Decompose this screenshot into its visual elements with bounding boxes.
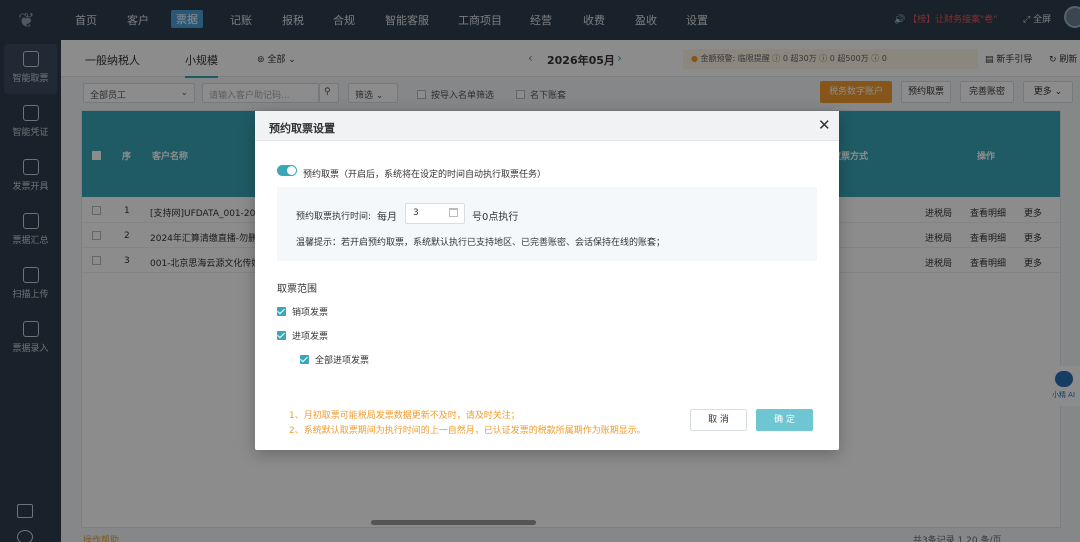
dialog-header: 预约取票设置 ✕ xyxy=(255,111,839,141)
all-purchase-invoice-checkbox[interactable]: 全部进项发票 xyxy=(300,353,369,366)
reserve-toggle-label: 预约取票（开启后，系统将在设定的时间自动执行取票任务） xyxy=(303,170,547,180)
calendar-icon xyxy=(449,208,458,217)
schedule-day-input[interactable]: 3 xyxy=(405,203,465,224)
checkbox-checked-icon xyxy=(300,355,309,364)
checkbox-checked-icon xyxy=(277,331,286,340)
note-line-2: 2、系统默认取票期间为执行时间的上一自然月，已认证发票的税款所属期作为账期显示。 xyxy=(289,426,646,436)
sales-invoice-checkbox[interactable]: 销项发票 xyxy=(277,305,328,318)
range-title: 取票范围 xyxy=(277,284,317,295)
checkbox-checked-icon xyxy=(277,307,286,316)
close-icon[interactable]: ✕ xyxy=(818,116,831,134)
purchase-invoice-checkbox[interactable]: 进项发票 xyxy=(277,329,328,342)
cancel-button[interactable]: 取 消 xyxy=(690,409,747,431)
schedule-day-value: 3 xyxy=(413,208,419,218)
purchase-invoice-label: 进项发票 xyxy=(292,332,329,342)
schedule-suffix: 号0点执行 xyxy=(472,212,519,223)
sales-invoice-label: 销项发票 xyxy=(292,308,329,318)
reserve-ticket-dialog: 预约取票设置 ✕ 预约取票（开启后，系统将在设定的时间自动执行取票任务） 预约取… xyxy=(255,111,839,450)
reserve-toggle[interactable] xyxy=(277,165,297,176)
note-line-1: 1、月初取票可能税局发票数据更新不及时，请及时关注； xyxy=(289,411,520,421)
confirm-button[interactable]: 确 定 xyxy=(756,409,813,431)
schedule-panel xyxy=(277,187,817,261)
schedule-tip: 温馨提示：若开启预约取票，系统默认执行已支持地区、已完善账密、会话保持在线的账套… xyxy=(296,238,666,248)
schedule-month: 每月 xyxy=(377,212,397,223)
schedule-label: 预约取票执行时间: xyxy=(296,212,372,222)
all-purchase-invoice-label: 全部进项发票 xyxy=(315,356,370,366)
dialog-title: 预约取票设置 xyxy=(269,122,335,135)
